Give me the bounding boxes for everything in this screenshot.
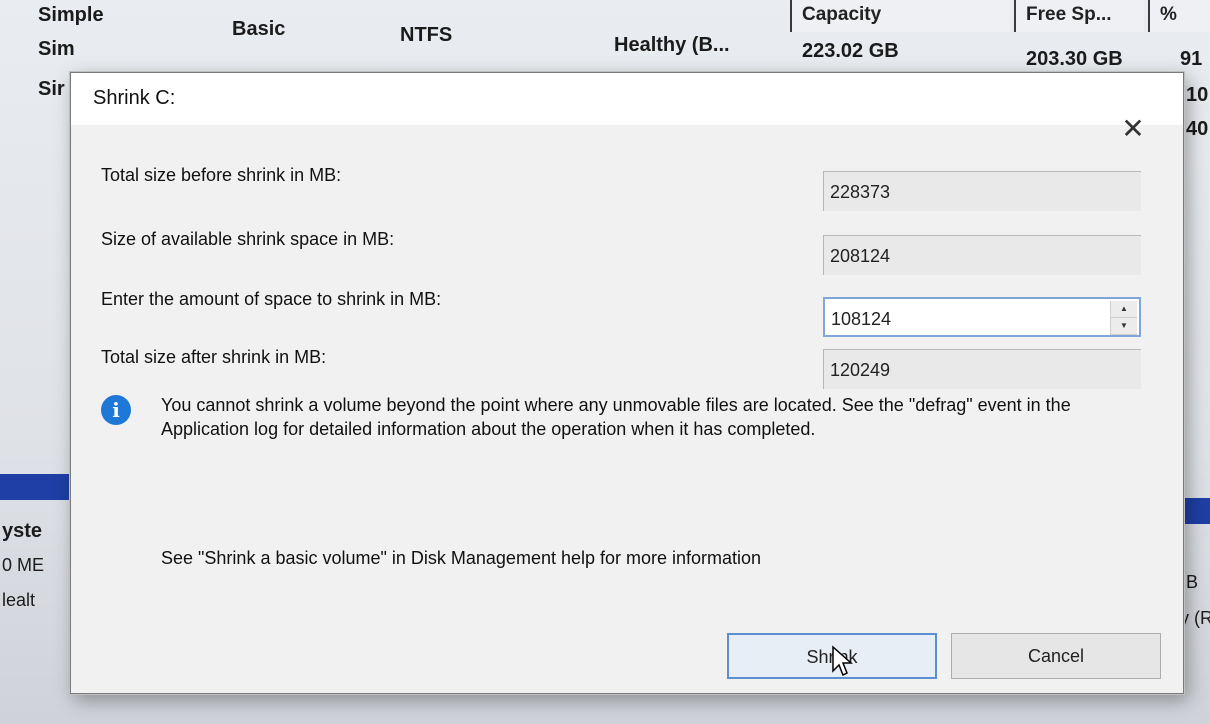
available-shrink-space-label: Size of available shrink space in MB:: [101, 229, 395, 249]
column-header-free-space[interactable]: Free Sp...: [1014, 0, 1144, 32]
stepper-down-icon[interactable]: ▼: [1111, 318, 1137, 335]
volume-percent: 40: [1186, 118, 1209, 140]
shrink-dialog: Shrink C: ✕ Total size before shrink in …: [70, 72, 1184, 694]
column-header-percent[interactable]: %: [1148, 0, 1210, 32]
partition-status: y (Re: [1180, 608, 1210, 628]
close-icon[interactable]: ✕: [1117, 113, 1149, 145]
volume-layout: Sim: [38, 38, 75, 60]
shrink-amount-value[interactable]: 108124: [831, 309, 891, 329]
stepper-up-icon[interactable]: ▲: [1111, 301, 1137, 318]
dialog-titlebar[interactable]: Shrink C:: [71, 73, 1183, 125]
disk-status: lealt: [2, 590, 36, 610]
shrink-amount-input[interactable]: 108124 ▲ ▼: [823, 297, 1141, 337]
volume-status: Healthy (B...: [614, 34, 730, 56]
disk-partition-bar: [1182, 498, 1210, 524]
partition-size: B: [1186, 572, 1199, 592]
disk-size: 0 ME: [2, 555, 45, 575]
info-icon: i: [101, 395, 131, 425]
mouse-cursor-icon: [832, 645, 853, 677]
column-header-capacity[interactable]: Capacity: [790, 0, 1010, 32]
cancel-button[interactable]: Cancel: [951, 633, 1161, 679]
available-shrink-space-field: 208124: [823, 235, 1141, 275]
total-size-after-field: 120249: [823, 349, 1141, 389]
volume-type: Basic: [232, 18, 286, 40]
volume-capacity: 223.02 GB: [802, 40, 899, 62]
total-size-after-label: Total size after shrink in MB:: [101, 347, 327, 367]
shrink-amount-stepper[interactable]: ▲ ▼: [1110, 301, 1137, 335]
disk-partition-bar: [0, 474, 70, 500]
volume-layout: Simple: [38, 4, 104, 26]
volume-layout: Sir: [38, 78, 65, 100]
shrink-amount-label: Enter the amount of space to shrink in M…: [101, 289, 442, 309]
volume-percent: 91: [1180, 48, 1203, 70]
dialog-title: Shrink C:: [93, 87, 176, 109]
volume-percent: 10: [1186, 84, 1209, 106]
volume-free-space: 203.30 GB: [1026, 48, 1123, 70]
total-size-before-label: Total size before shrink in MB:: [101, 165, 342, 185]
volume-filesystem: NTFS: [400, 24, 453, 46]
disk-label: yste: [2, 520, 43, 542]
help-message: See "Shrink a basic volume" in Disk Mana…: [161, 548, 762, 568]
info-message: You cannot shrink a volume beyond the po…: [161, 395, 1071, 439]
total-size-before-field: 228373: [823, 171, 1141, 211]
